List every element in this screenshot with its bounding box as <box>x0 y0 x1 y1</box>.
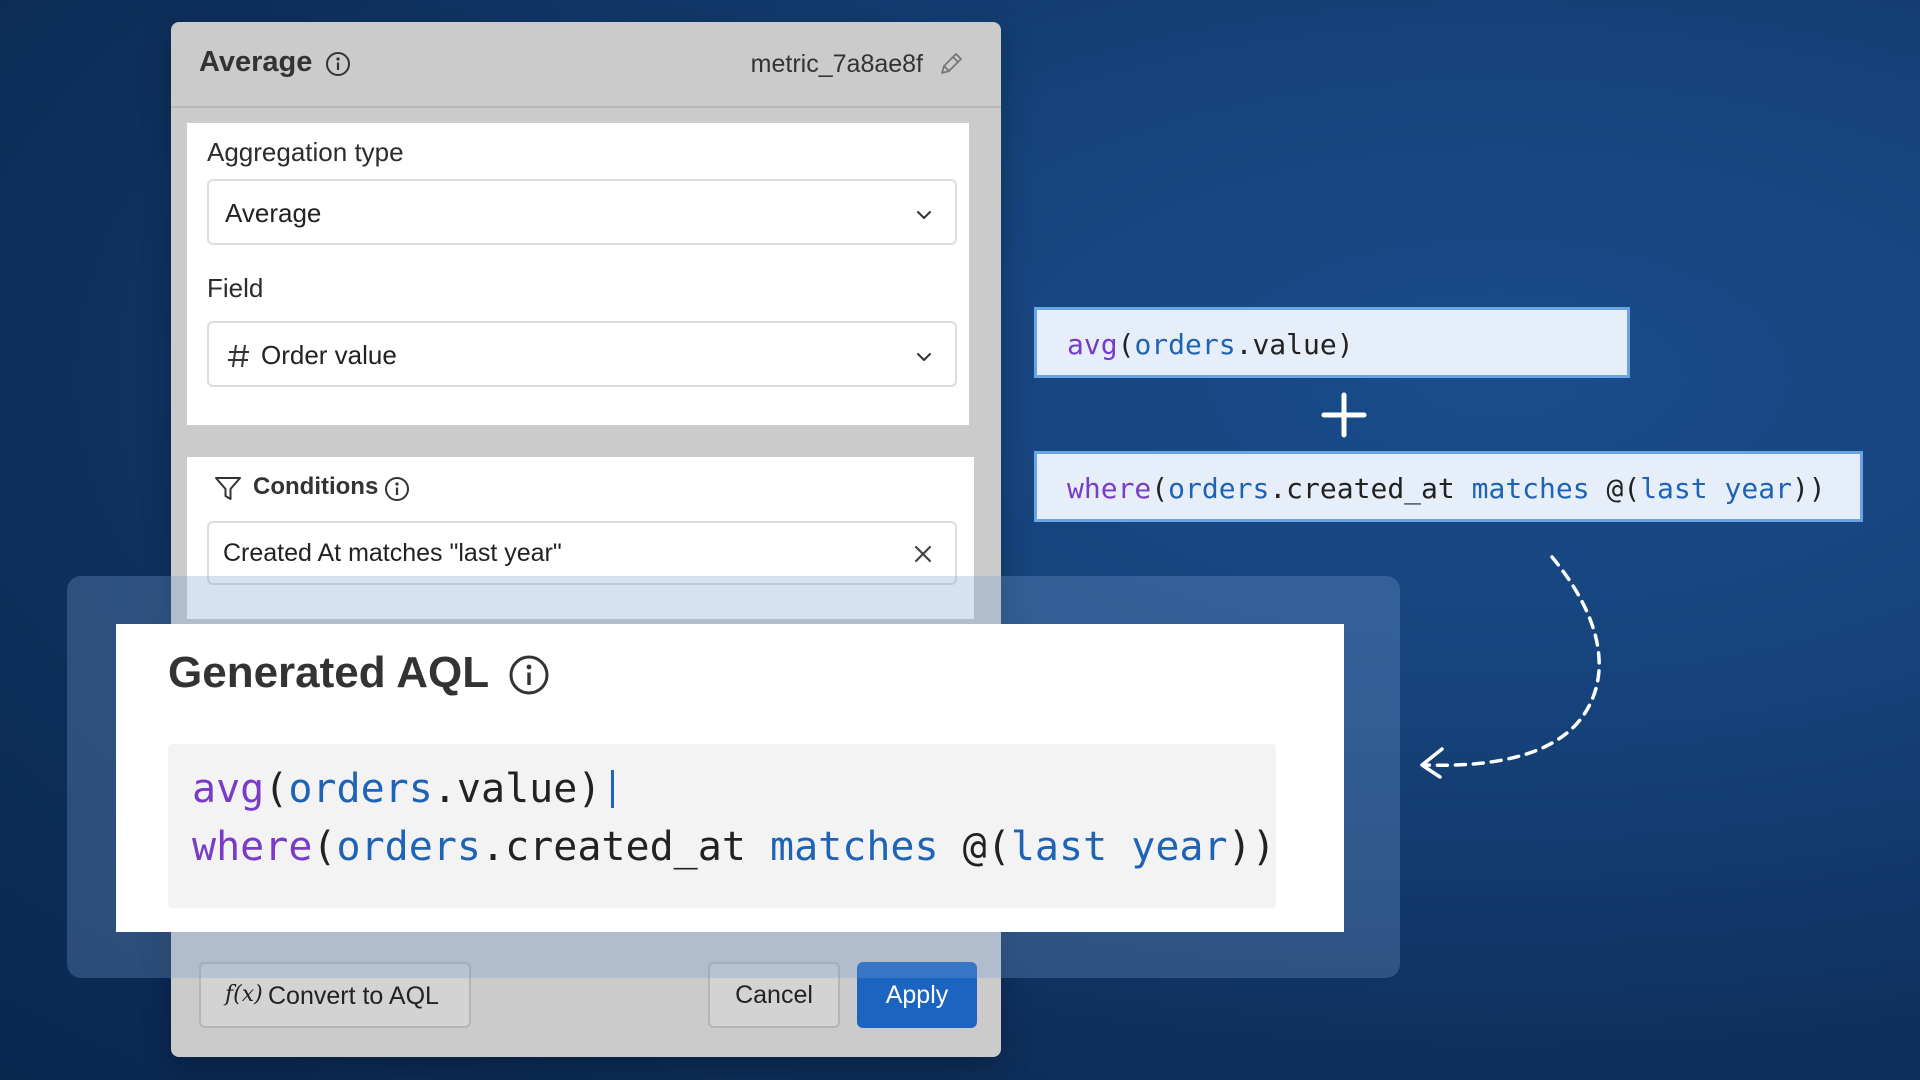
pencil-icon[interactable] <box>937 50 965 78</box>
metric-id: metric_7a8ae8f <box>750 50 923 78</box>
aql-fragment-condition: where(orders.created_at matches @(last y… <box>1034 451 1863 522</box>
hash-icon <box>228 344 249 368</box>
text-cursor <box>611 770 615 808</box>
generated-aql-panel: Generated AQL avg(orders.value) where(or… <box>116 624 1344 932</box>
dialog-title: Average <box>199 46 313 78</box>
conditions-label: Conditions <box>253 473 379 500</box>
aggregation-type-label: Aggregation type <box>207 137 404 167</box>
filter-icon <box>215 477 241 500</box>
plus-icon <box>1321 392 1367 438</box>
convert-to-aql-label: Convert to AQL <box>268 982 439 1010</box>
field-select[interactable]: Order value <box>207 321 957 387</box>
field-value: Order value <box>261 340 397 370</box>
aql-fragment-aggregation: avg(orders.value) <box>1034 307 1630 378</box>
aql-code-line-2: where(orders.created_at matches @(last y… <box>192 824 1276 870</box>
field-label: Field <box>207 273 264 303</box>
function-icon: f(x) <box>225 982 263 1007</box>
aql-fragment-text: avg(orders.value) <box>1067 328 1354 361</box>
dashed-arrow-icon <box>1420 555 1601 779</box>
aggregation-type-select[interactable]: Average <box>207 179 957 245</box>
aggregation-card: Aggregation type Average Field Order val… <box>187 123 969 425</box>
chevron-down-icon <box>917 353 931 361</box>
aql-code-line-1: avg(orders.value) <box>192 766 615 812</box>
condition-text: Created At matches "last year" <box>223 539 562 567</box>
aql-fragment-text: where(orders.created_at matches @(last y… <box>1067 472 1826 505</box>
chevron-down-icon <box>917 211 931 219</box>
info-icon[interactable] <box>508 654 550 696</box>
info-icon[interactable] <box>325 51 351 77</box>
info-icon[interactable] <box>384 476 410 502</box>
close-icon[interactable] <box>911 542 935 566</box>
generated-aql-title: Generated AQL <box>168 648 490 697</box>
aggregation-type-value: Average <box>225 198 322 228</box>
aql-code-editor[interactable]: avg(orders.value) where(orders.created_a… <box>168 744 1276 908</box>
dialog-header: Average metric_7a8ae8f <box>171 22 1001 108</box>
